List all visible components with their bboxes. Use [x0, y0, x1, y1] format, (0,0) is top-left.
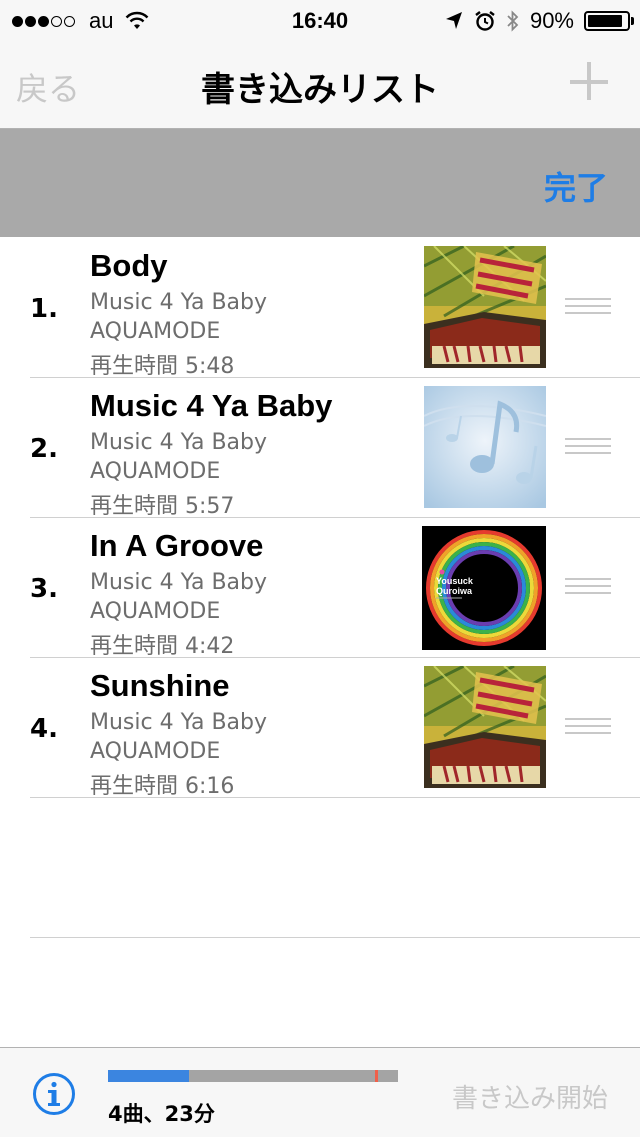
track-album: Music 4 Ya Baby	[90, 710, 268, 735]
done-button[interactable]: 完了	[544, 163, 608, 209]
reorder-handle[interactable]	[565, 578, 611, 596]
track-duration: 再生時間 5:48	[90, 354, 235, 379]
track-duration: 再生時間 5:57	[90, 494, 235, 519]
track-number: 1.	[30, 294, 58, 324]
reorder-handle[interactable]	[565, 438, 611, 456]
art-text: Quroiwa	[436, 586, 473, 596]
reorder-handle[interactable]	[565, 718, 611, 736]
album-art	[424, 246, 546, 368]
empty-row	[30, 798, 640, 938]
page-title: 書き込みリスト	[201, 70, 439, 110]
capacity-used	[108, 1070, 190, 1082]
capacity-bar	[108, 1070, 398, 1082]
track-album: Music 4 Ya Baby	[90, 290, 268, 315]
summary-text: 4曲、23分	[108, 1102, 215, 1126]
track-duration: 再生時間 4:42	[90, 634, 235, 659]
track-number: 4.	[30, 714, 58, 744]
info-icon[interactable]	[32, 1072, 76, 1116]
track-list: 1. Body Music 4 Ya Baby AQUAMODE 再生時間 5:…	[0, 238, 640, 938]
location-arrow-icon	[445, 12, 462, 29]
track-duration: 再生時間 6:16	[90, 774, 235, 799]
bluetooth-icon	[507, 10, 519, 32]
battery-percent: 90%	[529, 8, 574, 33]
track-album: Music 4 Ya Baby	[90, 430, 268, 455]
track-row[interactable]: 4. Sunshine Music 4 Ya Baby AQUAMODE 再生時…	[30, 658, 640, 799]
reorder-handle[interactable]	[565, 298, 611, 316]
status-right: 90%	[434, 8, 634, 34]
track-artist: AQUAMODE	[90, 319, 221, 344]
track-number: 2.	[30, 434, 58, 464]
track-artist: AQUAMODE	[90, 739, 221, 764]
edit-bar: 完了	[0, 129, 640, 237]
start-writing-button[interactable]: 書き込み開始	[452, 1078, 608, 1115]
alarm-icon	[475, 11, 495, 31]
battery-level	[588, 15, 623, 27]
album-art	[424, 666, 546, 788]
track-title: Music 4 Ya Baby	[90, 388, 333, 423]
nav-bar: 戻る 書き込みリスト	[0, 40, 640, 129]
bottom-toolbar: 4曲、23分 書き込み開始	[0, 1047, 640, 1137]
track-artist: AQUAMODE	[90, 599, 221, 624]
track-row[interactable]: 2. Music 4 Ya Baby Music 4 Ya Baby AQUAM…	[30, 378, 640, 519]
album-art	[424, 386, 546, 508]
status-bar: au 16:40 90%	[0, 0, 640, 40]
track-title: In A Groove	[90, 528, 264, 563]
track-title: Sunshine	[90, 668, 230, 703]
track-number: 3.	[30, 574, 58, 604]
track-artist: AQUAMODE	[90, 459, 221, 484]
track-title: Body	[90, 248, 168, 283]
capacity-marker	[374, 1070, 378, 1082]
album-art: Yousuck Quroiwa	[422, 526, 546, 650]
track-album: Music 4 Ya Baby	[90, 570, 268, 595]
plus-icon[interactable]	[570, 62, 610, 102]
track-row[interactable]: 3. In A Groove Music 4 Ya Baby AQUAMODE …	[30, 518, 640, 659]
battery-icon	[584, 11, 634, 31]
art-text: Yousuck	[436, 576, 474, 586]
track-row[interactable]: 1. Body Music 4 Ya Baby AQUAMODE 再生時間 5:…	[30, 238, 640, 379]
